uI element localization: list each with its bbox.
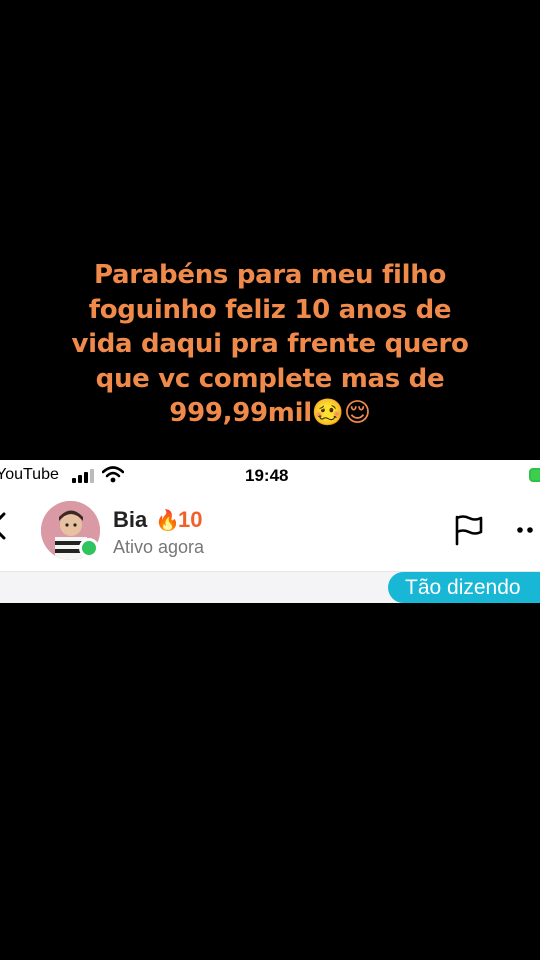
contact-name[interactable]: Bia: [113, 507, 147, 533]
flag-icon[interactable]: [453, 514, 485, 546]
back-arrow-icon[interactable]: [0, 512, 8, 540]
streak-count: 10: [178, 507, 203, 532]
presence-status: Ativo agora: [113, 537, 205, 557]
caption-line-3: vida daqui pra frente quero: [71, 329, 469, 359]
caption-line-1: Parabéns para meu filho: [93, 260, 447, 290]
more-options-icon[interactable]: [516, 526, 540, 534]
status-bar: YouTube 19:48: [0, 460, 540, 490]
message-area: Tão dizendo: [0, 572, 540, 603]
wifi-icon: [102, 466, 124, 483]
message-bubble[interactable]: Tão dizendo: [388, 572, 540, 603]
caption-line-2: foguinho feliz 10 anos de: [88, 294, 452, 325]
carrier-label: YouTube: [0, 466, 59, 483]
chat-screenshot: YouTube 19:48 Bia 🔥 10 Ativo agora Tão d…: [0, 460, 540, 603]
online-status-dot: [79, 538, 99, 558]
chat-header: Bia 🔥 10 Ativo agora: [0, 490, 540, 572]
fire-streak-icon: 🔥: [155, 508, 180, 532]
caption-line-4: que vc complete mas de: [95, 363, 445, 394]
caption-line-5: 999,99mil🥴😌: [169, 398, 371, 428]
status-time: 19:48: [245, 466, 289, 485]
battery-icon: [529, 468, 540, 482]
signal-icon: [72, 469, 94, 483]
video-caption: Parabéns para meu filho foguinho feliz 1…: [60, 258, 480, 431]
